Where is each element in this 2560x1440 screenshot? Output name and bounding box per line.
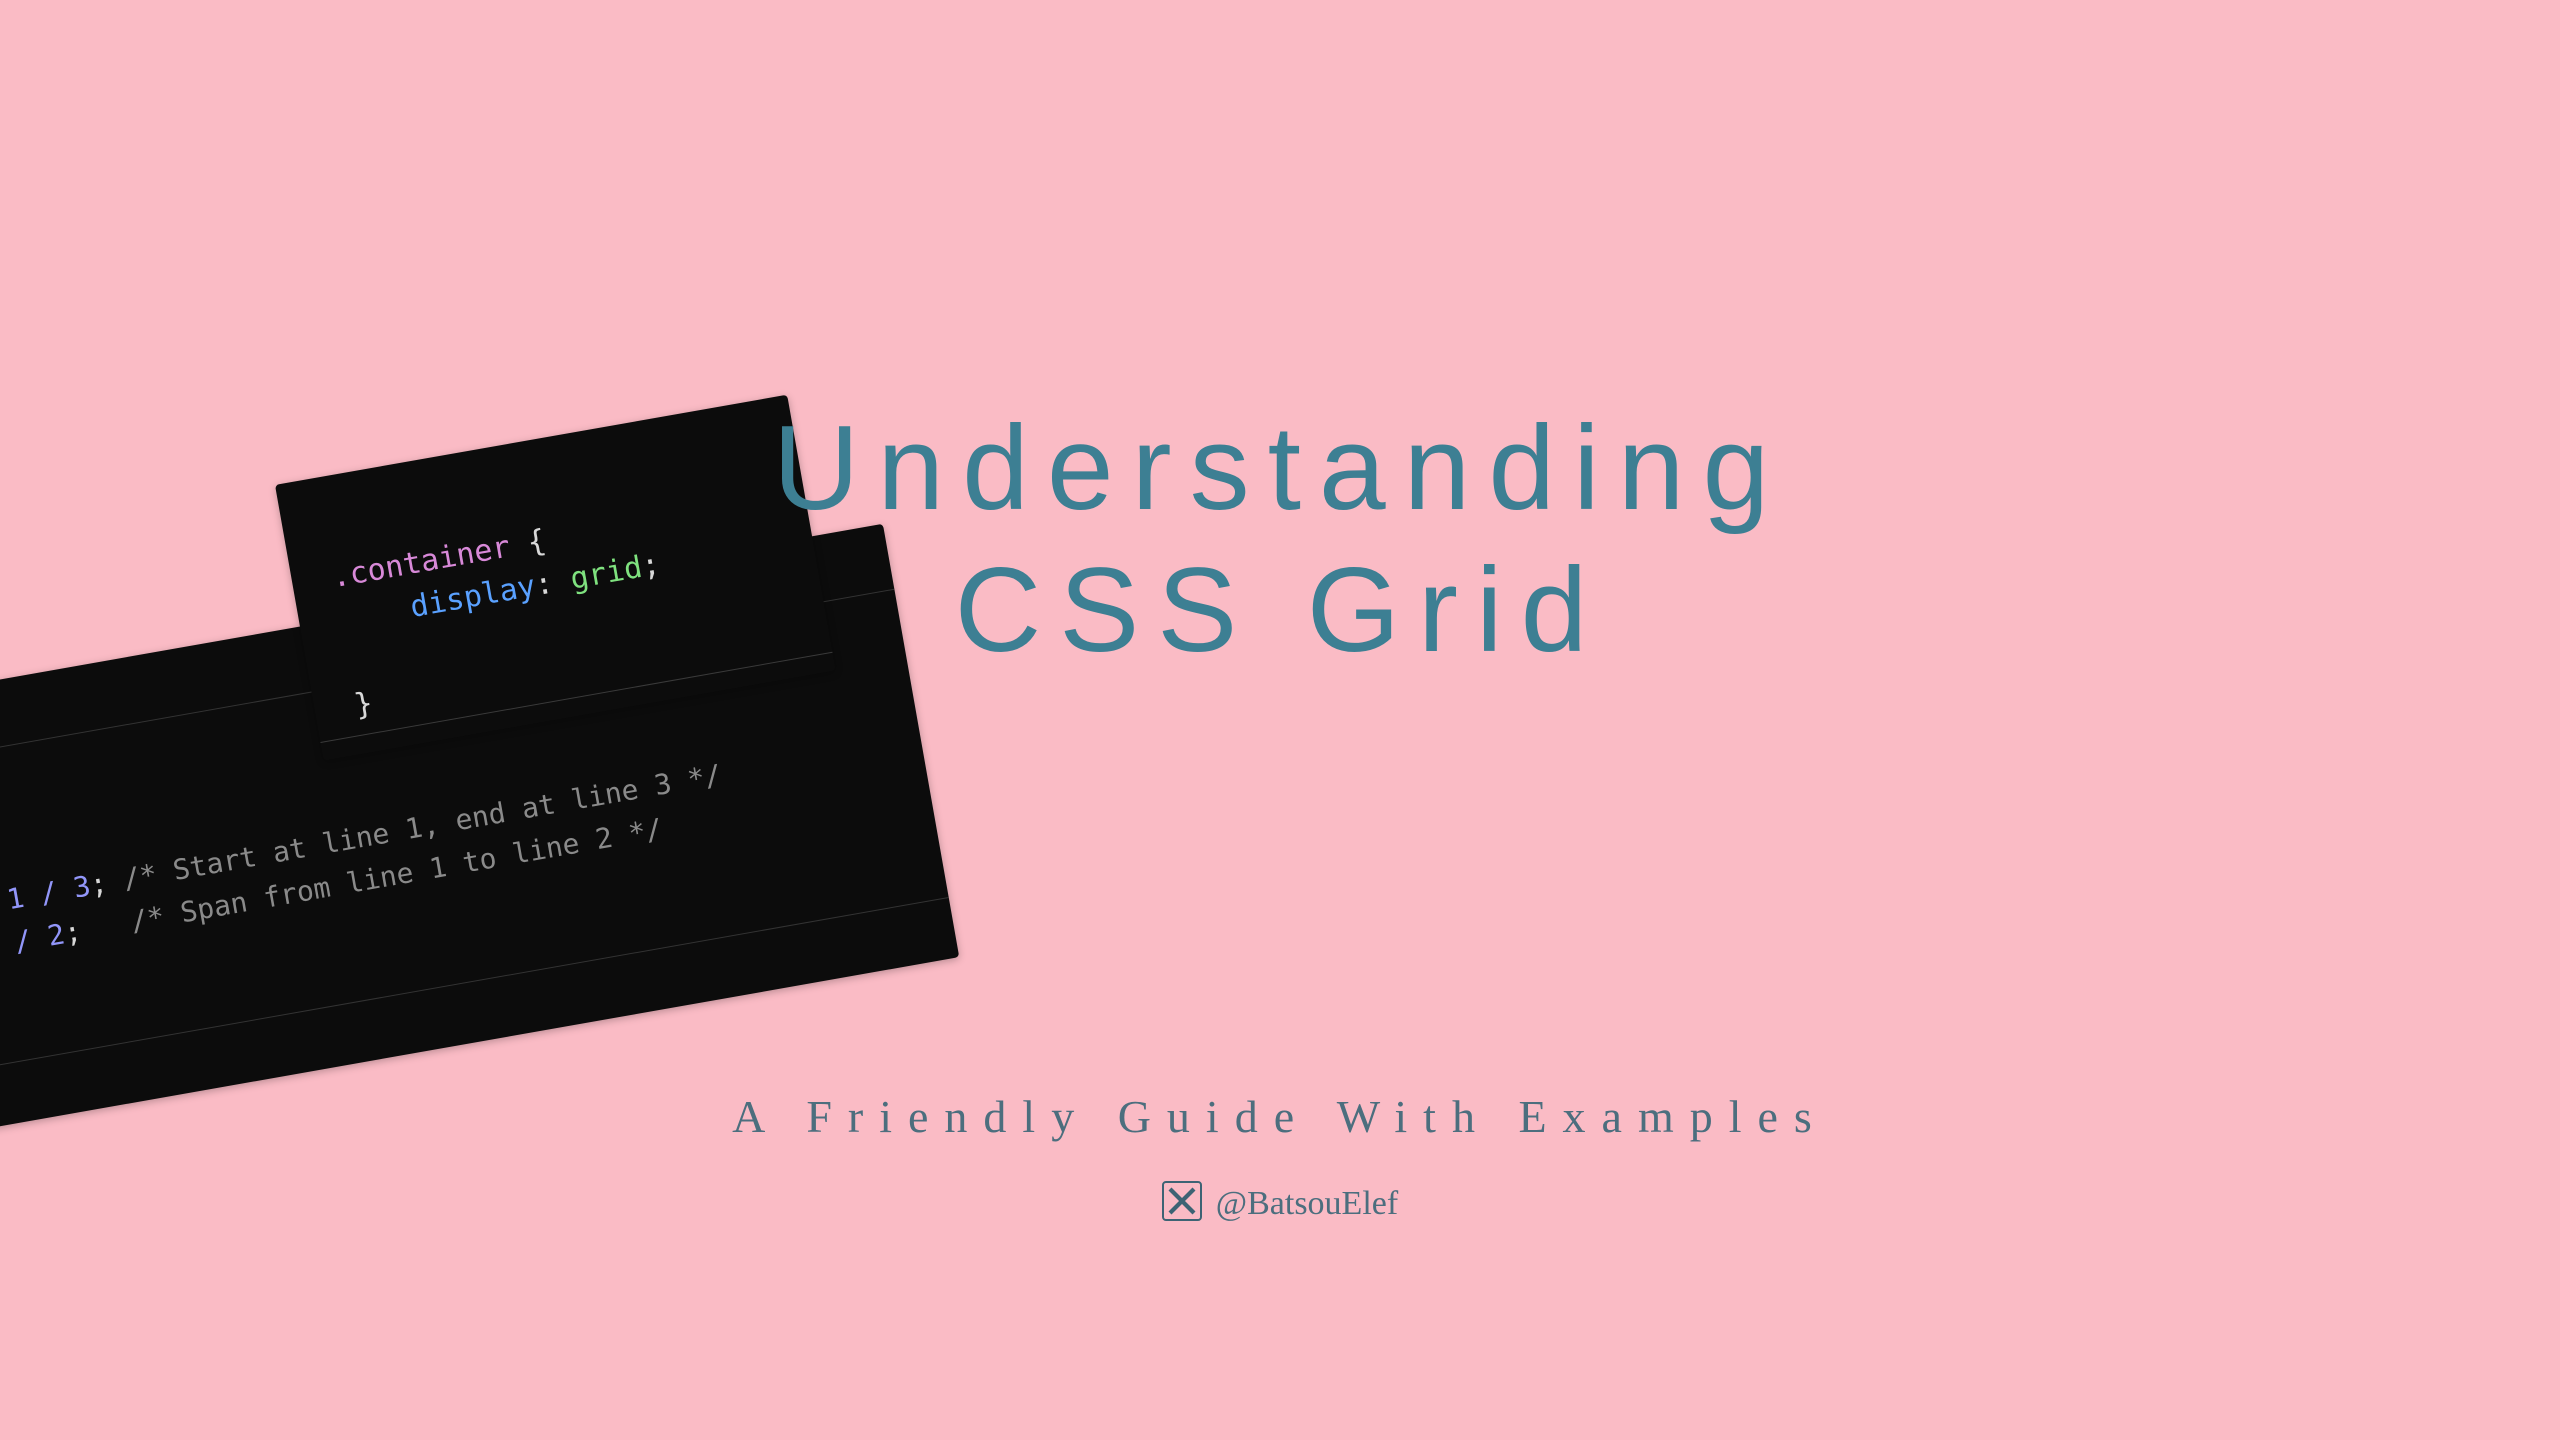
page-subtitle: A Friendly Guide With Examples	[0, 1090, 2560, 1143]
page-title: Understanding CSS Grid	[0, 398, 2560, 681]
code-text: }	[352, 686, 376, 724]
code-text: 1 / 2	[0, 918, 67, 965]
x-logo-icon	[1162, 1181, 1202, 1221]
title-line-2: CSS Grid	[955, 543, 1606, 677]
code-text: 1 / 3	[4, 869, 93, 916]
handle-text: @BatsouElef	[1216, 1185, 1398, 1222]
title-line-1: Understanding	[773, 401, 1788, 535]
author-handle: @BatsouElef	[0, 1183, 2560, 1224]
slide: { d-column: 1 / 3; /* Start at line 1, e…	[0, 0, 2560, 1440]
